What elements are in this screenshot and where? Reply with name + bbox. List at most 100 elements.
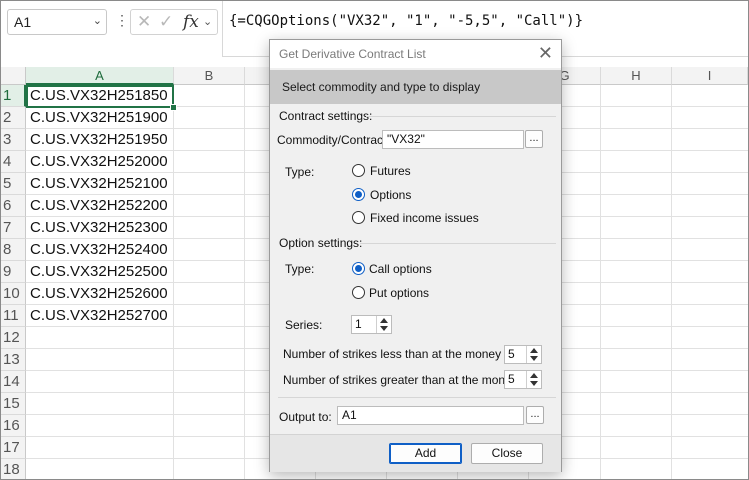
options-radio[interactable]: [352, 188, 365, 201]
put-options-radio[interactable]: [352, 286, 365, 299]
series-value: 1: [355, 317, 362, 331]
row-header-7[interactable]: 7: [1, 217, 26, 239]
series-stepper[interactable]: 1: [351, 315, 392, 334]
chevron-down-icon[interactable]: ⌄: [93, 14, 102, 27]
fixed-income-radio[interactable]: [352, 211, 365, 224]
banner-text: Select commodity and type to display: [282, 80, 481, 94]
fill-handle[interactable]: [170, 104, 177, 111]
strikes-greater-stepper[interactable]: 5: [504, 370, 542, 389]
row-header-1[interactable]: 1: [1, 85, 26, 107]
down-arrow-icon[interactable]: [380, 326, 388, 331]
row-header-11[interactable]: 11: [1, 305, 26, 327]
row-header-3[interactable]: 3: [1, 129, 26, 151]
stepper-arrows[interactable]: [526, 346, 541, 363]
excel-window: A1 ⌄ ⋮ ✕ ✓ fx ⌄ {=CQGOptions("VX32", "1"…: [0, 0, 749, 480]
row-header-2[interactable]: 2: [1, 107, 26, 129]
column-header-b[interactable]: B: [174, 67, 245, 85]
output-label: Output to:: [279, 410, 332, 424]
divider: [360, 243, 556, 244]
cell-a9[interactable]: C.US.VX32H252500: [30, 261, 168, 283]
close-button[interactable]: Close: [471, 443, 543, 464]
get-derivative-contract-list-dialog: Get Derivative Contract List ✕ Select co…: [269, 39, 562, 472]
stepper-arrows[interactable]: [376, 316, 391, 333]
row-header-17[interactable]: 17: [1, 437, 26, 459]
strikes-less-label: Number of strikes less than at the money: [283, 347, 502, 361]
strikes-less-stepper[interactable]: 5: [504, 345, 542, 364]
output-browse-button[interactable]: ...: [526, 406, 544, 424]
dialog-title: Get Derivative Contract List: [279, 47, 426, 61]
up-arrow-icon[interactable]: [530, 348, 538, 353]
call-options-label[interactable]: Call options: [369, 262, 432, 276]
column-divider: [671, 85, 672, 479]
strikes-less-value: 5: [508, 347, 515, 361]
dialog-titlebar[interactable]: Get Derivative Contract List ✕: [270, 40, 561, 68]
name-box[interactable]: A1 ⌄: [7, 9, 107, 35]
commodity-label: Commodity/Contract:: [277, 133, 390, 147]
divider: [366, 116, 556, 117]
column-divider: [173, 85, 174, 479]
select-all-corner[interactable]: [1, 67, 26, 85]
column-header-a[interactable]: A: [26, 67, 174, 85]
row-header-6[interactable]: 6: [1, 195, 26, 217]
cell-a10[interactable]: C.US.VX32H252600: [30, 283, 168, 305]
close-icon[interactable]: ✕: [538, 43, 553, 64]
strikes-greater-value: 5: [508, 372, 515, 386]
cancel-icon[interactable]: ✕: [137, 12, 151, 32]
row-header-16[interactable]: 16: [1, 415, 26, 437]
row-header-13[interactable]: 13: [1, 349, 26, 371]
contract-settings-heading: Contract settings:: [279, 109, 373, 123]
stepper-arrows[interactable]: [526, 371, 541, 388]
divider: [278, 397, 556, 398]
row-header-10[interactable]: 10: [1, 283, 26, 305]
up-arrow-icon[interactable]: [380, 318, 388, 323]
options-label[interactable]: Options: [370, 188, 411, 202]
row-header-12[interactable]: 12: [1, 327, 26, 349]
column-header-i[interactable]: I: [672, 67, 748, 85]
strikes-greater-label: Number of strikes greater than at the mo…: [283, 373, 518, 387]
futures-label[interactable]: Futures: [370, 164, 411, 178]
dialog-banner: Select commodity and type to display: [270, 70, 561, 104]
column-header-h[interactable]: H: [601, 67, 672, 85]
formula-text: {=CQGOptions("VX32", "1", "-5,5", "Call"…: [229, 13, 584, 29]
column-divider: [600, 85, 601, 479]
option-settings-heading: Option settings:: [279, 236, 363, 250]
row-header-15[interactable]: 15: [1, 393, 26, 415]
add-button[interactable]: Add: [389, 443, 462, 464]
formula-buttons: ✕ ✓ fx ⌄: [130, 9, 218, 35]
row-header-14[interactable]: 14: [1, 371, 26, 393]
column-divider: [244, 85, 245, 479]
row-header-4[interactable]: 4: [1, 151, 26, 173]
row-header-18[interactable]: 18: [1, 459, 26, 479]
name-box-value: A1: [14, 14, 32, 30]
cell-a6[interactable]: C.US.VX32H252200: [30, 195, 168, 217]
row-header-5[interactable]: 5: [1, 173, 26, 195]
fixed-income-label[interactable]: Fixed income issues: [370, 211, 479, 225]
down-arrow-icon[interactable]: [530, 381, 538, 386]
cell-a8[interactable]: C.US.VX32H252400: [30, 239, 168, 261]
output-input[interactable]: A1: [337, 406, 524, 425]
cell-a5[interactable]: C.US.VX32H252100: [30, 173, 168, 195]
more-options-icon[interactable]: ⋮: [115, 12, 129, 29]
active-cell-border: [26, 85, 174, 108]
put-options-label[interactable]: Put options: [369, 286, 429, 300]
commodity-input[interactable]: "VX32": [382, 130, 524, 149]
cell-a2[interactable]: C.US.VX32H251900: [30, 107, 168, 129]
row-header-9[interactable]: 9: [1, 261, 26, 283]
enter-icon[interactable]: ✓: [159, 12, 173, 32]
cell-a11[interactable]: C.US.VX32H252700: [30, 305, 168, 327]
chevron-down-icon[interactable]: ⌄: [203, 15, 212, 28]
cell-a7[interactable]: C.US.VX32H252300: [30, 217, 168, 239]
dialog-footer: Add Close: [270, 434, 561, 472]
up-arrow-icon[interactable]: [530, 373, 538, 378]
row-header-8[interactable]: 8: [1, 239, 26, 261]
futures-radio[interactable]: [352, 164, 365, 177]
cell-a4[interactable]: C.US.VX32H252000: [30, 151, 168, 173]
contract-type-label: Type:: [285, 165, 315, 179]
option-type-label: Type:: [285, 262, 315, 276]
series-label: Series:: [285, 318, 323, 332]
insert-function-icon[interactable]: fx: [183, 12, 199, 32]
call-options-radio[interactable]: [352, 262, 365, 275]
down-arrow-icon[interactable]: [530, 356, 538, 361]
cell-a3[interactable]: C.US.VX32H251950: [30, 129, 168, 151]
commodity-browse-button[interactable]: ...: [525, 130, 543, 148]
